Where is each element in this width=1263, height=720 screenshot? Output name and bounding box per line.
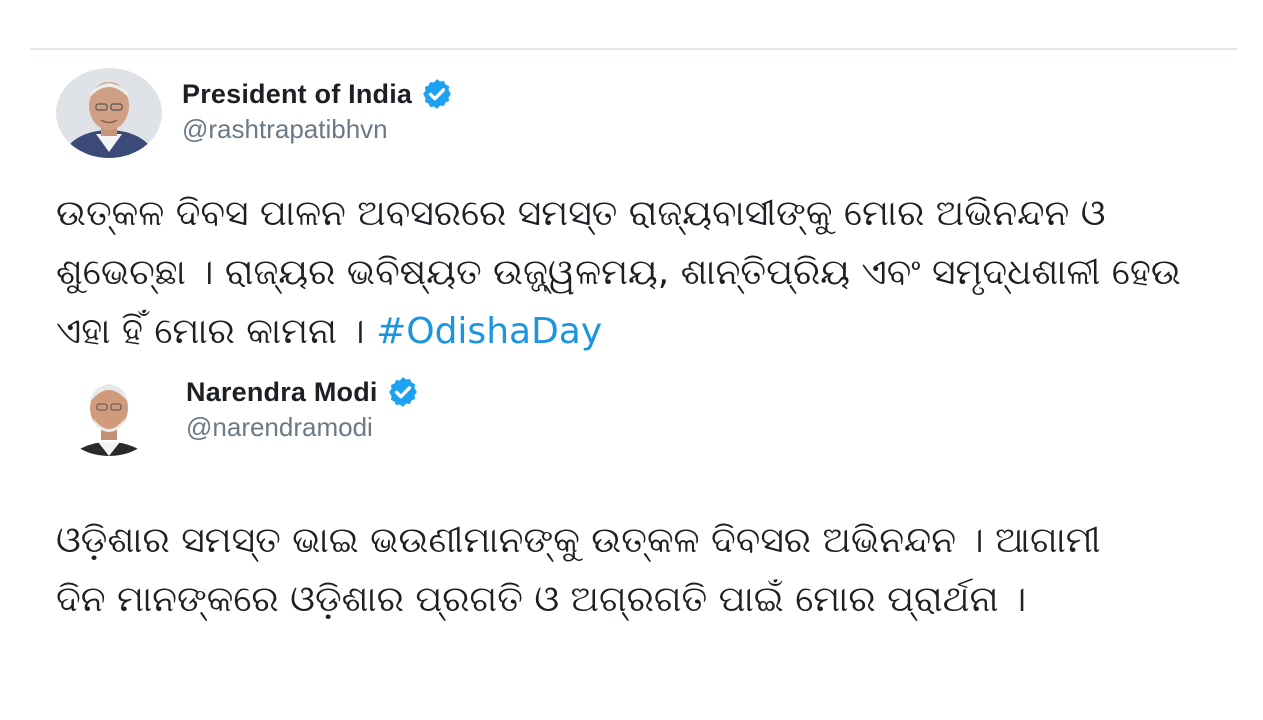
tweet-text-line: ଉତ୍କଳ ଦିବସ ପାଳନ ଅବସରରେ ସମସ୍ତ ରାଜ୍ୟବାସୀଙ୍… <box>56 193 1106 234</box>
tweet-text-line: ଓଡ଼ିଶାର ସମସ୍ତ ଭାଇ ଭଉଣୀମାନଙ୍କୁ ଉତ୍କଳ ଦିବସ… <box>56 520 1101 561</box>
tweet-text-line: ଶୁଭେଚ୍ଛା । ରାଜ୍ୟର ଭବିଷ୍ୟତ ଉଜ୍ଜ୍ୱଳମୟ, ଶାନ… <box>56 252 1181 293</box>
author-handle[interactable]: @narendramodi <box>186 412 420 443</box>
author-display-name[interactable]: President of India <box>182 79 412 110</box>
hashtag-link[interactable]: #OdishaDay <box>376 311 602 352</box>
tweet-body: ଓଡ଼ିଶାର ସମସ୍ତ ଭାଇ ଭଉଣୀମାନଙ୍କୁ ଉତ୍କଳ ଦିବସ… <box>56 511 1101 629</box>
avatar[interactable] <box>56 366 162 456</box>
verified-badge-icon <box>386 375 420 409</box>
tweet-author: Narendra Modi @narendramodi <box>186 374 420 443</box>
author-display-name[interactable]: Narendra Modi <box>186 377 378 408</box>
tweet-text-line: ଏହା ହିଁ ମୋର କାମନା । #OdishaDay <box>56 302 1181 361</box>
tweet-text-line: ଦିନ ମାନଙ୍କରେ ଓଡ଼ିଶାର ପ୍ରଗତି ଓ ଅଗ୍ରଗତି ପା… <box>56 579 1027 620</box>
tweet-text-segment: ଏହା ହିଁ ମୋର କାମନା । <box>56 311 365 352</box>
author-handle[interactable]: @rashtrapatibhvn <box>182 114 454 145</box>
verified-badge-icon <box>420 77 454 111</box>
top-divider <box>30 48 1237 50</box>
author-name-row: Narendra Modi <box>186 374 420 410</box>
author-name-row: President of India <box>182 76 454 112</box>
tweet-author: President of India @rashtrapatibhvn <box>182 76 454 145</box>
avatar[interactable] <box>56 68 162 158</box>
tweet-screenshot: President of India @rashtrapatibhvn ଉତ୍କ… <box>0 0 1263 720</box>
tweet-body: ଉତ୍କଳ ଦିବସ ପାଳନ ଅବସରରେ ସମସ୍ତ ରାଜ୍ୟବାସୀଙ୍… <box>56 184 1181 361</box>
